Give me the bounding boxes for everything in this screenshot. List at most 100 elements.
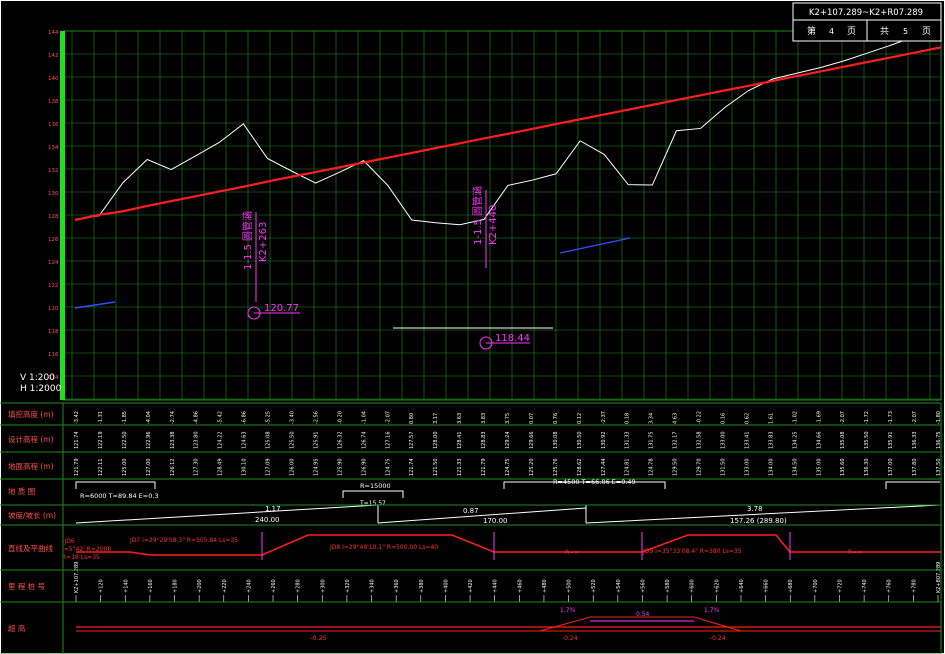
fill-cut-value: 3.83 — [481, 413, 487, 424]
fill-cut-value: 3.34 — [649, 413, 655, 424]
row-labels: 填挖高度 (m) 设计高程 (m) 地面高程 (m) 地 质 图坡度/坡长 (m) 直线… — [8, 409, 56, 633]
fill-cut-value: -1.04 — [361, 411, 367, 424]
row-label: 里 程 桩 号 — [8, 581, 45, 591]
ground-elev-value: 127.44 — [601, 459, 607, 477]
superelev-row: -0.25 -0.24 -0.24 1.7% 0.54 1.7% — [76, 607, 941, 642]
ground-elev-value: 130.10 — [242, 459, 248, 477]
design-elev-value: 130.92 — [601, 432, 607, 450]
ground-elev-value: 135.60 — [840, 459, 846, 477]
ground-elev-value: 137.80 — [912, 459, 918, 477]
curve-left-3: R=18 Ls=35 — [62, 554, 100, 561]
design-elev-value: 129.24 — [505, 432, 511, 450]
curve-r2: R=∞ — [848, 549, 862, 556]
control-point-label-2: 118.44 — [495, 333, 530, 344]
geology-row: R=6000 T=89.84 E=0.3 R=15000 T=15.57 R=4… — [75, 478, 940, 507]
station-label: +540 — [616, 579, 622, 593]
station-label: +620 — [714, 579, 720, 593]
culvert-annotation-2: 1-1.5 圆管涵 K2+440 — [471, 186, 499, 268]
ground-elev-value: 125.20 — [529, 459, 535, 477]
station-label: +520 — [591, 579, 597, 593]
design-elev-value: 128.83 — [481, 432, 487, 450]
station-label: +460 — [517, 579, 523, 593]
station-label: +420 — [468, 579, 474, 593]
elevation-tick: 126 — [48, 237, 59, 243]
ground-elev-value: 121.79 — [74, 459, 80, 477]
fill-cut-value: -6.86 — [242, 411, 248, 424]
elevation-tick: 118 — [48, 329, 59, 335]
fill-cut-value: 0.80 — [409, 413, 415, 424]
culvert-station-2: K2+440 — [488, 205, 499, 245]
fill-cut-value: 0.76 — [553, 413, 559, 424]
station-label: +360 — [394, 579, 400, 593]
design-elev-value: 135.08 — [840, 432, 846, 450]
grade-3: 3.78 — [747, 505, 763, 513]
elevation-tick: 136 — [48, 122, 59, 128]
row-label: 坡度/坡长 (m) — [8, 510, 56, 520]
fill-cut-value: -1.72 — [864, 411, 870, 424]
control-point-2: 118.44 — [479, 333, 530, 350]
elevation-tick: 142 — [48, 53, 59, 59]
design-elev-value: 124.63 — [242, 432, 248, 450]
station-label: +280 — [296, 579, 302, 593]
drawing-border — [0, 0, 945, 654]
ground-elev-row: 121.79 122.11 125.00 127.00 126.12 127.30 128.… — [74, 459, 942, 477]
fill-cut-value: -2.37 — [601, 411, 607, 424]
design-elev-value: 123.38 — [170, 432, 176, 450]
ground-elev-value: 124.81 — [625, 459, 631, 477]
elevation-tick: 116 — [48, 352, 59, 358]
geology-mid: R=15000 — [360, 482, 391, 490]
design-elev-value: 133.83 — [768, 432, 774, 450]
station-label: K2+107.289 — [74, 562, 80, 593]
design-elev-value: 127.16 — [385, 432, 391, 450]
curve-jd9: JD9 I=35°33'08.4" R=380 Ls=35 — [642, 548, 742, 555]
superelev-top2: 0.54 — [636, 611, 650, 618]
design-elev-value: 125.50 — [290, 432, 296, 450]
design-line — [74, 46, 942, 222]
elevation-tick: 140 — [48, 76, 59, 82]
design-elev-value: 123.80 — [194, 432, 200, 450]
grade-1: 1.17 — [265, 505, 281, 513]
culvert-spec-1: 1-1.5 圆管涵 — [241, 211, 254, 270]
fill-cut-value: 3.17 — [433, 413, 439, 424]
ground-elev-value: 128.49 — [218, 459, 224, 477]
station-label: +180 — [173, 579, 179, 593]
design-elev-value: 132.17 — [673, 432, 679, 450]
profile-grid — [60, 30, 942, 401]
fill-cut-value: 0.18 — [625, 413, 631, 424]
ground-elev-value: 134.00 — [768, 459, 774, 477]
design-elev-value: 131.33 — [625, 432, 631, 450]
elevation-tick: 120 — [48, 306, 59, 312]
fill-cut-value: -0.22 — [697, 411, 703, 424]
curve-jd8: JD8 I=29°49'10.1" R=500.00 Ls=40 — [329, 544, 438, 551]
vertical-scale: V 1:200 — [20, 373, 55, 383]
design-elev-value: 126.32 — [337, 432, 343, 450]
cad-drawing: 144 142 140 138 136 134 132 130 128 126 124 122 120 1… — [0, 0, 945, 654]
ground-elev-value: 124.75 — [505, 459, 511, 477]
design-elev-value: 122.19 — [98, 432, 104, 450]
design-elev-value: 121.74 — [74, 432, 80, 450]
station-label: +660 — [764, 579, 770, 593]
fill-cut-value: -1.31 — [98, 411, 104, 424]
fill-cut-row: -3.42 -1.31 -1.85 -4.04 -2.74 -4.86 -5.42 -6.86… — [74, 411, 942, 424]
design-elev-value: 133.41 — [744, 432, 750, 450]
station-label: +320 — [345, 579, 351, 593]
elevation-tick: 122 — [48, 283, 59, 289]
station-label: +200 — [197, 579, 203, 593]
ground-elev-value: 121.33 — [457, 459, 463, 477]
ground-elev-value: 124.75 — [385, 459, 391, 477]
fill-cut-value: -5.25 — [266, 411, 272, 424]
fill-cut-value: -3.40 — [290, 411, 296, 424]
ground-elev-value: 124.78 — [649, 459, 655, 477]
fill-cut-value: -1.85 — [122, 411, 128, 424]
total-prefix: 共 — [880, 26, 889, 37]
ground-elev-value: 137.00 — [888, 459, 894, 477]
fill-cut-value: 0.62 — [744, 413, 750, 424]
station-row: K2+107.289 +120 +140 +160 +180 +200 +220 +240 +2… — [74, 562, 942, 602]
fill-cut-value: -2.07 — [385, 411, 391, 424]
ground-elev-value: 133.00 — [744, 459, 750, 477]
grade-length-3: 157.26 (289.80) — [730, 517, 787, 525]
title-range: K2+107.289~K2+R07.289 — [809, 8, 923, 18]
ground-elev-value: 129.50 — [673, 459, 679, 477]
culvert-spec-2: 1-1.5 圆管涵 — [471, 186, 484, 245]
station-label: +400 — [443, 579, 449, 593]
